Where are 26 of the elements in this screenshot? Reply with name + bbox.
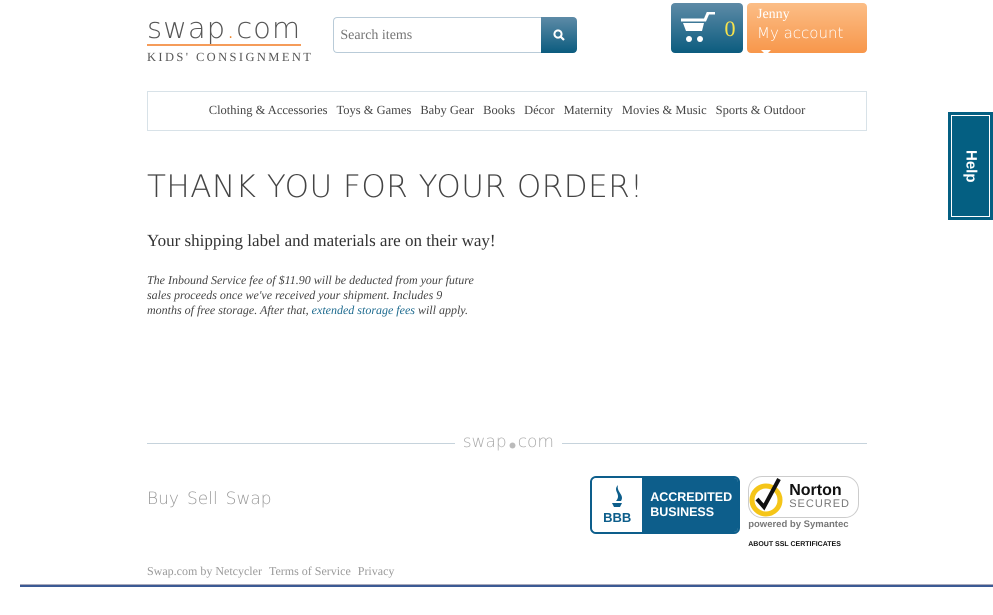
search-button[interactable] — [541, 17, 578, 53]
logo-tagline: KIDS' CONSIGNMENT — [147, 49, 314, 66]
search-field[interactable]: Search items — [333, 17, 542, 53]
bbb-mark: BBB — [603, 511, 632, 524]
page-heading: THANK YOU FOR YOUR ORDER! — [147, 168, 644, 206]
storage-fees-link[interactable]: extended storage fees — [312, 303, 415, 318]
footer-logo: swap com — [462, 431, 554, 454]
bbb-text: ACCREDITED BUSINESS — [642, 478, 738, 532]
checkmark-icon — [749, 476, 786, 517]
category-link[interactable]: Toys & Games — [336, 101, 412, 120]
search-icon — [553, 29, 566, 41]
cart-button[interactable]: 0 — [671, 3, 743, 53]
category-link[interactable]: Baby Gear — [420, 101, 474, 120]
category-link[interactable]: Clothing & Accessories — [208, 101, 328, 120]
help-tab[interactable]: Help — [948, 112, 993, 220]
powered-by-text: powered by Symantec — [748, 518, 849, 532]
logo[interactable]: swap.com — [147, 14, 302, 46]
category-link[interactable]: Sports & Outdoor — [716, 101, 806, 120]
confirmation-text: Your shipping label and materials are on their way! — [147, 230, 497, 252]
category-link[interactable]: Décor — [524, 101, 555, 120]
category-link[interactable]: Maternity — [564, 101, 613, 120]
norton-badge[interactable]: Norton SECURED — [748, 476, 859, 518]
category-link[interactable]: Movies & Music — [622, 101, 707, 120]
fee-note: The Inbound Service fee of $11.90 will be deducted from your future sales proceeds once we've received your shipment. Includes 9 months of free storage. After that, extended storage fees will apply. — [147, 273, 475, 318]
bbb-badge[interactable]: BBB ACCREDITED BUSINESS — [590, 476, 740, 534]
category-link[interactable]: Books — [483, 101, 516, 120]
